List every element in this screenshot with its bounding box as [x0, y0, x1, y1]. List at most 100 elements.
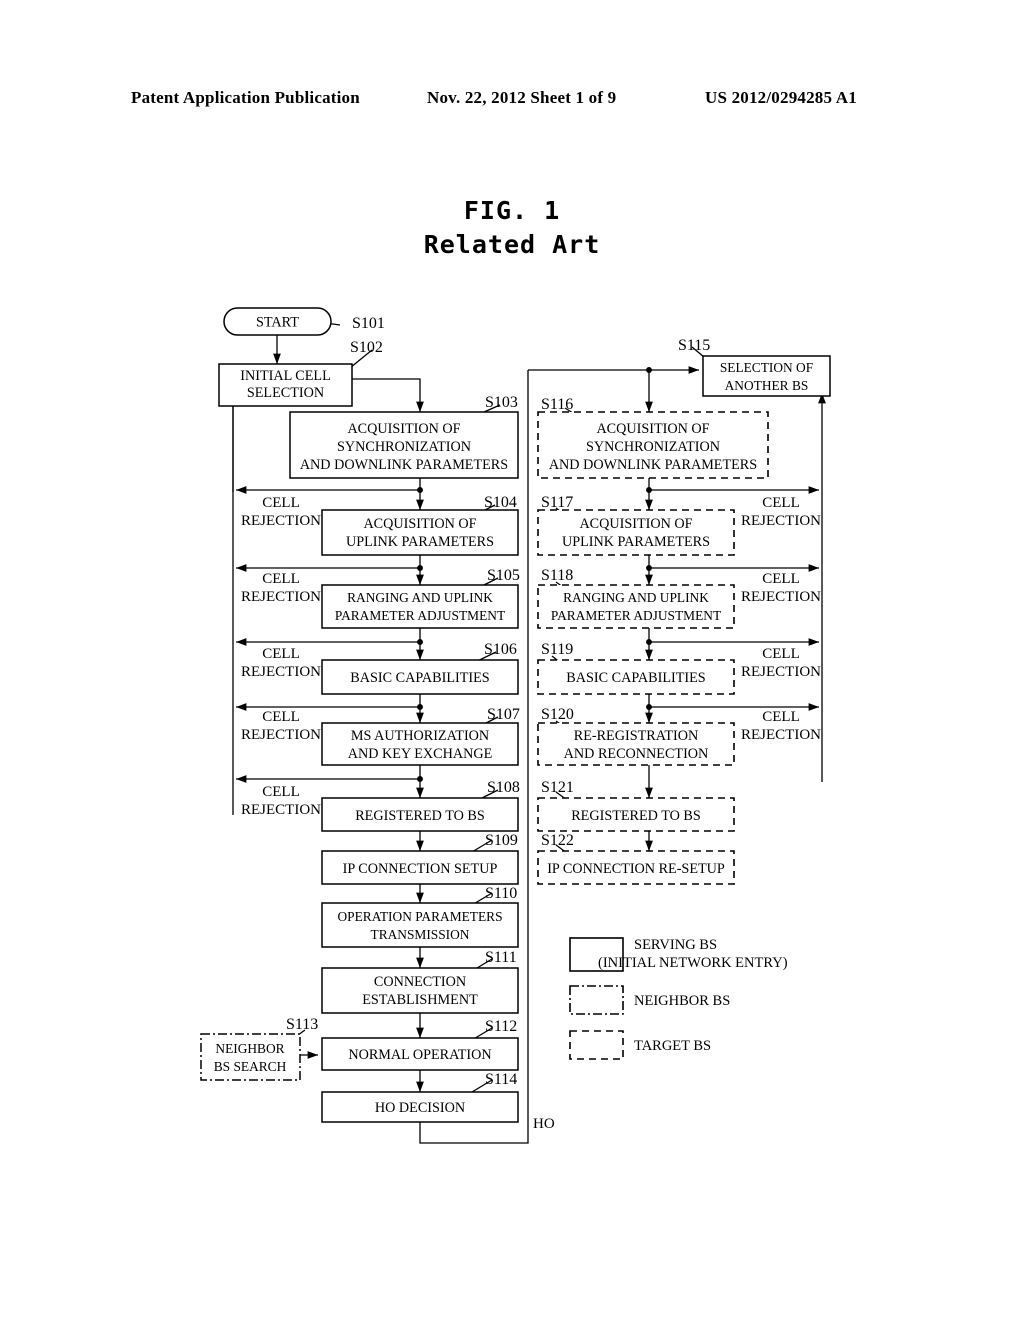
edge-label-target-cell-rejection-s118: CELL REJECTION	[741, 646, 821, 680]
svg-text:CELL: CELL	[262, 784, 300, 800]
svg-text:REJECTION: REJECTION	[741, 727, 821, 743]
node-target-re-registration[interactable]: RE-REGISTRATION AND RECONNECTION	[537, 722, 735, 766]
node-target-ranging-uplink-adjust-line1: RANGING AND UPLINK	[563, 590, 709, 605]
ref-s105: S105	[487, 567, 520, 584]
legend-target-bs-label: TARGET BS	[634, 1038, 711, 1054]
node-operation-parameters[interactable]: OPERATION PARAMETERS TRANSMISSION	[321, 902, 519, 948]
ref-s104: S104	[484, 494, 517, 511]
node-target-acq-sync-dl-line3: AND DOWNLINK PARAMETERS	[549, 457, 757, 473]
node-target-registered-to-bs-label: REGISTERED TO BS	[571, 808, 701, 824]
node-ho-decision[interactable]: HO DECISION	[321, 1091, 519, 1123]
node-ranging-uplink-adjust[interactable]: RANGING AND UPLINK PARAMETER ADJUSTMENT	[321, 584, 519, 629]
node-start[interactable]: START	[223, 307, 332, 336]
ref-s112: S112	[485, 1018, 517, 1035]
node-acq-sync-dl-line2: SYNCHRONIZATION	[337, 439, 471, 455]
node-target-basic-capabilities[interactable]: BASIC CAPABILITIES	[537, 659, 735, 695]
legend-serving-bs-line2: (INITIAL NETWORK ENTRY)	[598, 955, 788, 971]
svg-text:REJECTION: REJECTION	[241, 727, 321, 743]
node-ranging-uplink-adjust-line2: PARAMETER ADJUSTMENT	[335, 608, 505, 623]
svg-text:CELL: CELL	[262, 646, 300, 662]
edge-label-cell-rejection-s107: CELL REJECTION	[241, 784, 321, 818]
node-registered-to-bs[interactable]: REGISTERED TO BS	[321, 797, 519, 832]
svg-text:REJECTION: REJECTION	[741, 513, 821, 529]
node-basic-capabilities-label: BASIC CAPABILITIES	[350, 670, 490, 686]
svg-text:REJECTION: REJECTION	[241, 802, 321, 818]
ref-s103: S103	[485, 394, 518, 411]
ref-s108: S108	[487, 779, 520, 796]
node-ranging-uplink-adjust-line1: RANGING AND UPLINK	[347, 590, 493, 605]
patent-figure-page: Patent Application Publication Nov. 22, …	[0, 0, 1024, 1320]
svg-text:REJECTION: REJECTION	[241, 513, 321, 529]
node-neighbor-bs-search-line1: NEIGHBOR	[215, 1041, 284, 1056]
flowchart-diagram: START S101 INITIAL CELL SELECTION S102 A…	[200, 307, 831, 1144]
node-operation-parameters-line1: OPERATION PARAMETERS	[337, 909, 502, 924]
node-target-ranging-uplink-adjust[interactable]: RANGING AND UPLINK PARAMETER ADJUSTMENT	[537, 584, 735, 629]
node-target-ip-connection-resetup-label: IP CONNECTION RE-SETUP	[547, 861, 725, 877]
node-normal-operation-label: NORMAL OPERATION	[348, 1047, 491, 1063]
edge-label-cell-rejection-s106: CELL REJECTION	[241, 709, 321, 743]
ref-s107: S107	[487, 706, 520, 723]
legend-item-serving-bs: SERVING BS (INITIAL NETWORK ENTRY)	[569, 937, 788, 972]
node-ip-connection-setup[interactable]: IP CONNECTION SETUP	[321, 850, 519, 885]
svg-text:CELL: CELL	[762, 709, 800, 725]
edge-label-cell-rejection-s103: CELL REJECTION	[241, 495, 321, 529]
node-selection-another-bs[interactable]: SELECTION OF ANOTHER BS	[702, 355, 831, 397]
ref-s115: S115	[678, 337, 710, 354]
node-neighbor-bs-search-line2: BS SEARCH	[214, 1059, 287, 1074]
node-connection-establishment[interactable]: CONNECTION ESTABLISHMENT	[321, 967, 519, 1014]
legend: SERVING BS (INITIAL NETWORK ENTRY) NEIGH…	[569, 937, 788, 1060]
node-target-basic-capabilities-label: BASIC CAPABILITIES	[566, 670, 706, 686]
ref-s101: S101	[352, 315, 385, 332]
node-target-acq-sync-dl[interactable]: ACQUISITION OF SYNCHRONIZATION AND DOWNL…	[537, 411, 769, 479]
ref-s116: S116	[541, 396, 573, 413]
ref-s122: S122	[541, 832, 574, 849]
svg-text:REJECTION: REJECTION	[241, 589, 321, 605]
ref-s111: S111	[485, 949, 517, 966]
node-registered-to-bs-label: REGISTERED TO BS	[355, 808, 485, 824]
node-basic-capabilities[interactable]: BASIC CAPABILITIES	[321, 659, 519, 695]
node-connection-establishment-line2: ESTABLISHMENT	[362, 992, 478, 1008]
node-target-ip-connection-resetup[interactable]: IP CONNECTION RE-SETUP	[537, 850, 735, 885]
legend-item-neighbor-bs: NEIGHBOR BS	[569, 985, 730, 1015]
node-initial-cell-selection[interactable]: INITIAL CELL SELECTION	[218, 363, 353, 407]
legend-neighbor-bs-label: NEIGHBOR BS	[634, 993, 730, 1009]
node-ms-authorization-line1: MS AUTHORIZATION	[351, 728, 489, 744]
edge-label-target-cell-rejection-s116: CELL REJECTION	[741, 495, 821, 529]
node-acq-sync-dl-line1: ACQUISITION OF	[347, 421, 460, 437]
node-normal-operation[interactable]: NORMAL OPERATION	[321, 1037, 519, 1071]
node-operation-parameters-line2: TRANSMISSION	[371, 927, 470, 942]
node-ip-connection-setup-label: IP CONNECTION SETUP	[343, 861, 498, 877]
node-acq-uplink-params-line2: UPLINK PARAMETERS	[346, 534, 494, 550]
node-connection-establishment-line1: CONNECTION	[374, 974, 466, 990]
node-target-ranging-uplink-adjust-line2: PARAMETER ADJUSTMENT	[551, 608, 721, 623]
edge-label-target-cell-rejection-s117: CELL REJECTION	[741, 571, 821, 605]
node-acq-uplink-params[interactable]: ACQUISITION OF UPLINK PARAMETERS	[321, 509, 519, 556]
ref-s109: S109	[485, 832, 518, 849]
node-target-registered-to-bs[interactable]: REGISTERED TO BS	[537, 797, 735, 832]
node-initial-cell-selection-line2: SELECTION	[247, 385, 324, 401]
node-start-label: START	[256, 315, 299, 331]
edge-label-cell-rejection-s105: CELL REJECTION	[241, 646, 321, 680]
svg-text:REJECTION: REJECTION	[741, 589, 821, 605]
edge-label-target-cell-rejection-s119: CELL REJECTION	[741, 709, 821, 743]
edge-label-ho: HO	[533, 1116, 555, 1132]
node-target-acq-uplink-params-line1: ACQUISITION OF	[579, 516, 692, 532]
node-ho-decision-label: HO DECISION	[375, 1100, 465, 1116]
legend-serving-bs-line1: SERVING BS	[634, 937, 717, 953]
ref-s120: S120	[541, 706, 574, 723]
svg-text:CELL: CELL	[762, 495, 800, 511]
node-ms-authorization[interactable]: MS AUTHORIZATION AND KEY EXCHANGE	[321, 722, 519, 766]
node-target-acq-uplink-params[interactable]: ACQUISITION OF UPLINK PARAMETERS	[537, 509, 735, 556]
node-target-re-registration-line1: RE-REGISTRATION	[574, 728, 699, 744]
node-target-re-registration-line2: AND RECONNECTION	[564, 746, 709, 762]
node-target-acq-sync-dl-line1: ACQUISITION OF	[596, 421, 709, 437]
node-selection-another-bs-line2: ANOTHER BS	[725, 378, 809, 393]
node-ms-authorization-line2: AND KEY EXCHANGE	[348, 746, 493, 762]
ref-s119: S119	[541, 641, 573, 658]
node-neighbor-bs-search[interactable]: NEIGHBOR BS SEARCH	[200, 1033, 301, 1081]
ref-s113: S113	[286, 1016, 318, 1033]
node-acq-sync-dl[interactable]: ACQUISITION OF SYNCHRONIZATION AND DOWNL…	[289, 411, 519, 479]
node-selection-another-bs-line1: SELECTION OF	[720, 360, 813, 375]
svg-text:CELL: CELL	[262, 709, 300, 725]
svg-text:CELL: CELL	[262, 495, 300, 511]
